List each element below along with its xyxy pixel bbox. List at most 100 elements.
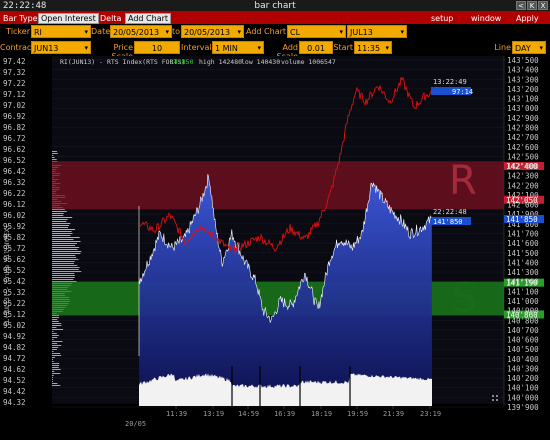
profile-bar <box>52 225 69 226</box>
params-row-1: Ticker RI ▾ Date 20/05/2013 ▾ to 20/05/2… <box>0 24 550 40</box>
dropdown-arrow-icon: ▾ <box>237 28 241 36</box>
tab-add-chart[interactable]: Add Chart <box>125 13 172 24</box>
start-select[interactable]: 11:35 ▾ <box>354 41 392 54</box>
menu-bar: Bar Type Open Interest Delta Add Chart s… <box>0 12 550 24</box>
left-axis-tick: 94.92 <box>3 332 26 341</box>
profile-bar <box>52 219 68 220</box>
chart-volume: volume 1006547 <box>281 58 336 66</box>
right-axis-tick: 143'000 <box>507 104 539 113</box>
minimize-button[interactable]: K <box>527 1 537 10</box>
date-from-value: 20/05/2013 <box>113 28 160 37</box>
contract-select[interactable]: JUN13 ▾ <box>31 41 91 54</box>
right-axis-tick: 143'500 <box>507 56 539 65</box>
dropdown-arrow-icon: ▾ <box>84 44 88 52</box>
close-button[interactable]: X <box>538 1 548 10</box>
interval-select[interactable]: 1 MIN ▾ <box>212 41 264 54</box>
chart-high: high 142480 <box>199 58 242 66</box>
right-axis-tick: 140'000 <box>507 393 539 402</box>
time-axis-tick: 11:39 <box>166 410 187 418</box>
left-axis-tick: 96.22 <box>3 189 26 198</box>
profile-bar <box>52 341 63 342</box>
profile-bar <box>52 261 75 262</box>
title-bar: 22:22:48 bar chart < K X <box>0 0 550 12</box>
start-label: Start <box>333 43 353 52</box>
ticker-select[interactable]: RI ▾ <box>31 25 91 38</box>
profile-bar <box>52 335 59 336</box>
apply-button[interactable]: Apply <box>516 13 539 24</box>
right-axis-tick: 142'900 <box>507 114 539 123</box>
crude-tag-time: 13:22:49 <box>433 78 467 86</box>
profile-bar <box>52 373 61 374</box>
resistance-zone <box>52 161 504 210</box>
profile-bar <box>52 365 60 366</box>
profile-bar <box>52 263 74 264</box>
left-axis-tick: 94.82 <box>3 343 26 352</box>
line-select[interactable]: DAY ▾ <box>512 41 546 54</box>
right-axis-tick: 142'200 <box>507 181 539 190</box>
right-axis-tick: 142'300 <box>507 172 539 181</box>
right-axis-tick: 142'000 <box>507 201 539 210</box>
rts-tag-time: 22:22:48 <box>433 208 467 216</box>
left-axis-tick: 94.62 <box>3 365 26 374</box>
ticker-value: RI <box>34 28 42 37</box>
right-axis-tick: 141'400 <box>507 258 539 267</box>
support-label: S <box>452 275 477 321</box>
profile-bar <box>52 243 77 244</box>
profile-bar <box>52 353 61 354</box>
left-axis-tick: 96.42 <box>3 167 26 176</box>
dropdown-arrow-icon: ▾ <box>165 28 169 36</box>
profile-bar <box>52 329 64 330</box>
profile-bar <box>52 385 61 386</box>
right-axis-tick: 142'400 <box>507 162 539 171</box>
profile-bar <box>52 345 62 346</box>
line-label: Line <box>494 43 511 52</box>
right-axis-tick: 140'200 <box>507 374 539 383</box>
profile-bar <box>52 279 74 280</box>
right-axis-tick: 143'100 <box>507 95 539 104</box>
left-axis-tick: 96.62 <box>3 145 26 154</box>
right-axis-tick: 140'300 <box>507 364 539 373</box>
right-axis-tick: 141'000 <box>507 297 539 306</box>
profile-bar <box>52 359 53 360</box>
add-scale-field[interactable]: 0.01 <box>299 41 333 54</box>
profile-bar <box>52 339 54 340</box>
profile-bar <box>52 363 60 364</box>
profile-bar <box>52 327 57 328</box>
date-to-field[interactable]: 20/05/2013 ▾ <box>181 25 244 38</box>
setup-menu[interactable]: setup <box>431 13 453 24</box>
dropdown-arrow-icon: ▾ <box>539 44 543 52</box>
date-from-field[interactable]: 20/05/2013 ▾ <box>110 25 172 38</box>
tab-delta[interactable]: Delta <box>98 13 123 24</box>
right-axis-tick: 142'500 <box>507 152 539 161</box>
start-value: 11:35 <box>357 44 381 53</box>
profile-bar <box>52 375 54 376</box>
price-scale-field[interactable]: 10 <box>134 41 180 54</box>
tab-bar-type[interactable]: Bar Type <box>1 13 40 24</box>
left-axis-tick: 96.72 <box>3 134 26 143</box>
profile-bar <box>52 257 77 258</box>
profile-bar <box>52 367 59 368</box>
profile-bar <box>52 247 80 248</box>
profile-bar <box>52 383 58 384</box>
contract-label: Contract <box>0 43 35 52</box>
profile-bar <box>52 275 75 276</box>
profile-bar <box>52 227 69 228</box>
right-axis-tick: 141'700 <box>507 230 539 239</box>
price-chart-svg[interactable]: RS142'400142'050141'190140'860 97.4297.3… <box>0 56 550 440</box>
add-chart-contract-select[interactable]: JUL13 ▾ <box>347 25 407 38</box>
tab-open-interest[interactable]: Open Interest <box>38 13 99 24</box>
params-row-2: Contract JUN13 ▾ Price Scale 10 Interval… <box>0 40 550 61</box>
profile-bar <box>52 239 74 240</box>
chart-area[interactable]: R S 142'400 142'050 141'190 140'860 97.42 97.3… <box>0 56 550 440</box>
time-axis-tick: 23:19 <box>420 410 441 418</box>
profile-bar <box>52 269 79 270</box>
profile-bar <box>52 241 81 242</box>
left-axis-tick: 96.82 <box>3 123 26 132</box>
profile-bar <box>52 237 80 238</box>
window-menu[interactable]: window <box>471 13 501 24</box>
add-chart-select[interactable]: CL ▾ <box>287 25 346 38</box>
back-button[interactable]: < <box>516 1 526 10</box>
profile-bar <box>52 217 73 218</box>
profile-bar <box>52 229 76 230</box>
left-axis-tick: 97.42 <box>3 57 26 66</box>
